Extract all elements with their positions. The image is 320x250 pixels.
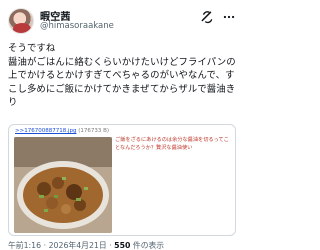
post-date[interactable]: 2026年4月21日: [49, 241, 107, 250]
views-count[interactable]: 550: [114, 241, 130, 250]
author-avatar[interactable]: [8, 8, 34, 34]
meta-separator: ·: [43, 241, 47, 250]
header-actions: [200, 10, 236, 24]
quoted-post-header: >>176700887718.jpg (176733 B): [15, 128, 109, 134]
author-handle[interactable]: @himasoraakane: [40, 21, 114, 31]
tweet-header: 暇空茜 @himasoraakane: [8, 6, 236, 36]
grok-icon[interactable]: [200, 10, 214, 24]
meta-separator: ·: [109, 241, 112, 250]
food-photo[interactable]: [14, 137, 112, 233]
views-label: 件の表示: [132, 241, 165, 250]
post-time[interactable]: 午前1:16: [8, 241, 41, 250]
quoted-post[interactable]: >>176700887718.jpg (176733 B) ご飯をざるにあけるの…: [8, 124, 236, 236]
tweet-body-text: そうですね 醤油がごはんに絡むくらいかけたいけどフライパンの上でかけるとかけすぎ…: [8, 43, 236, 109]
more-horizontal-icon[interactable]: [222, 10, 236, 24]
quoted-post-file-link[interactable]: >>176700887718.jpg: [15, 128, 76, 134]
quoted-post-text: ご飯をざるにあけるのは余分な醤油を切るってことなんだろうか？贅沢な醤油使い: [115, 137, 229, 151]
tweet-meta: 午前1:16 · 2026年4月21日 · 550 件の表示: [8, 240, 164, 250]
quoted-post-file-size: (176733 B): [78, 128, 110, 134]
